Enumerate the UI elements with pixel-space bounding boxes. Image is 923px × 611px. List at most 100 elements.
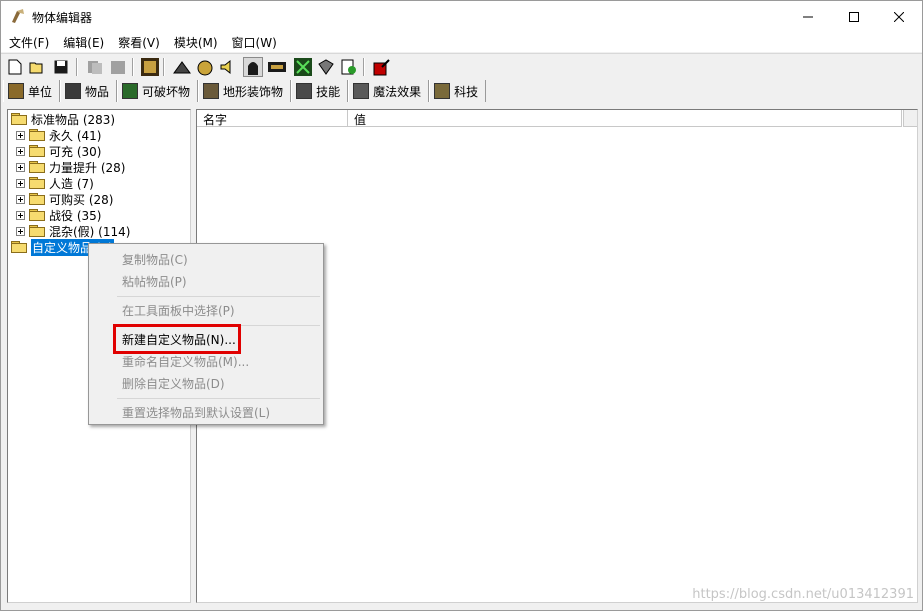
tree-node[interactable]: 永久 (41) — [16, 127, 101, 143]
open-folder-icon — [11, 113, 27, 125]
tab-abilities[interactable]: 技能 — [291, 80, 349, 102]
window-title: 物体编辑器 — [32, 11, 93, 25]
editor-tabs: 单位 物品 可破坏物 地形装饰物 技能 魔法效果 科技 — [3, 80, 487, 102]
column-header-value[interactable]: 值 — [348, 110, 902, 127]
menu-item-delete-custom[interactable]: 删除自定义物品(D) — [122, 374, 225, 392]
doodad-button[interactable] — [195, 57, 215, 77]
tree-node[interactable]: 混杂(假) (114) — [16, 223, 130, 239]
test-map-icon — [373, 59, 390, 76]
expand-icon[interactable] — [16, 226, 25, 236]
ai-editor-button[interactable] — [267, 57, 287, 77]
folder-icon — [29, 193, 45, 205]
ability-tab-icon — [296, 83, 313, 99]
close-button[interactable] — [876, 1, 922, 32]
tab-label: 可破坏物 — [142, 84, 191, 99]
menu-module[interactable]: 模块(M) — [166, 32, 224, 52]
tab-units[interactable]: 单位 — [3, 80, 61, 102]
destructible-tab-icon — [122, 83, 139, 99]
menu-item-rename-custom[interactable]: 重命名自定义物品(M)... — [122, 352, 249, 370]
tree-node[interactable]: 人造 (7) — [16, 175, 94, 191]
maximize-icon — [849, 11, 859, 22]
menu-file[interactable]: 文件(F) — [1, 32, 55, 52]
close-icon — [894, 11, 904, 22]
camera-button[interactable] — [316, 57, 336, 77]
tab-items[interactable]: 物品 — [60, 80, 118, 102]
camera-icon — [318, 59, 334, 75]
menu-item-reset-defaults[interactable]: 重置选择物品到默认设置(L) — [122, 403, 270, 421]
tab-label: 技能 — [316, 84, 341, 99]
expand-icon[interactable] — [16, 178, 25, 188]
sound-button[interactable] — [218, 57, 238, 77]
menu-view[interactable]: 察看(V) — [110, 32, 166, 52]
tab-label: 地形装饰物 — [223, 84, 284, 99]
folder-icon — [29, 145, 45, 157]
expand-icon[interactable] — [16, 146, 25, 156]
save-button[interactable] — [51, 57, 71, 77]
tree-label: 可购买 (28) — [49, 192, 114, 207]
toolbar-separator — [132, 58, 134, 76]
expand-icon[interactable] — [16, 162, 25, 172]
tab-doodads[interactable]: 地形装饰物 — [198, 80, 292, 102]
save-icon — [54, 60, 68, 74]
unit-button[interactable] — [243, 57, 263, 77]
tab-label: 魔法效果 — [373, 84, 422, 99]
menu-item-select-in-palette[interactable]: 在工具面板中选择(P) — [122, 301, 235, 319]
ai-editor-icon — [268, 62, 286, 72]
folder-icon — [29, 177, 45, 189]
minimize-icon — [803, 16, 813, 17]
tree-label: 人造 (7) — [49, 176, 94, 191]
folder-icon — [11, 241, 27, 253]
new-file-icon — [8, 59, 22, 75]
folder-icon — [29, 225, 45, 237]
expand-icon[interactable] — [16, 210, 25, 220]
new-button[interactable] — [5, 57, 25, 77]
minimize-button[interactable] — [785, 1, 831, 32]
tree-node[interactable]: 力量提升 (28) — [16, 159, 125, 175]
open-folder-icon — [29, 62, 43, 74]
sound-icon — [220, 59, 231, 75]
tree-label: 战役 (35) — [49, 208, 102, 223]
menu-edit[interactable]: 编辑(E) — [55, 32, 110, 52]
tab-buffs[interactable]: 魔法效果 — [348, 80, 430, 102]
header-scroll-button[interactable] — [903, 110, 917, 127]
unit-tab-icon — [8, 83, 24, 99]
copy-icon — [88, 61, 102, 74]
paste-icon — [111, 61, 125, 74]
menu-item-paste[interactable]: 粘帖物品(P) — [122, 272, 187, 290]
folder-icon — [29, 129, 45, 141]
copy-button[interactable] — [85, 57, 105, 77]
doodad-tab-icon — [203, 83, 220, 99]
menu-separator — [117, 398, 320, 399]
maximize-button[interactable] — [831, 1, 877, 32]
app-icon — [12, 9, 24, 23]
tree-node[interactable]: 可购买 (28) — [16, 191, 113, 207]
doodad-icon — [197, 60, 213, 76]
terrain-icon — [173, 61, 191, 74]
tab-destructibles[interactable]: 可破坏物 — [117, 80, 199, 102]
import-button[interactable] — [339, 57, 359, 77]
object-button[interactable] — [293, 57, 313, 77]
menu-separator — [117, 296, 320, 297]
open-button[interactable] — [27, 57, 47, 77]
menu-item-copy[interactable]: 复制物品(C) — [122, 250, 188, 268]
unit-editor-button[interactable] — [140, 57, 160, 77]
tree-node[interactable]: 可充 (30) — [16, 143, 101, 159]
terrain-button[interactable] — [172, 57, 192, 77]
title-bar: 物体编辑器 — [1, 1, 922, 32]
context-menu: 复制物品(C) 粘帖物品(P) 在工具面板中选择(P) 新建自定义物品(N)..… — [88, 243, 324, 425]
object-editor-window: 物体编辑器 文件(F) 编辑(E) 察看(V) 模块(M) 窗口(W) 单位 物… — [0, 0, 923, 611]
paste-button[interactable] — [108, 57, 128, 77]
toolbar-separator — [76, 58, 78, 76]
tree-label: 永久 (41) — [49, 128, 102, 143]
buff-tab-icon — [353, 83, 370, 99]
menu-window[interactable]: 窗口(W) — [224, 32, 283, 52]
tree-node[interactable]: 战役 (35) — [16, 207, 101, 223]
expand-icon[interactable] — [16, 130, 25, 140]
tab-upgrades[interactable]: 科技 — [429, 80, 487, 102]
folder-icon — [29, 161, 45, 173]
tab-label: 单位 — [28, 84, 53, 99]
tree-node-standard[interactable]: 标准物品 (283) — [11, 111, 115, 127]
column-header-name[interactable]: 名字 — [197, 110, 348, 127]
test-map-button[interactable] — [372, 57, 392, 77]
expand-icon[interactable] — [16, 194, 25, 204]
